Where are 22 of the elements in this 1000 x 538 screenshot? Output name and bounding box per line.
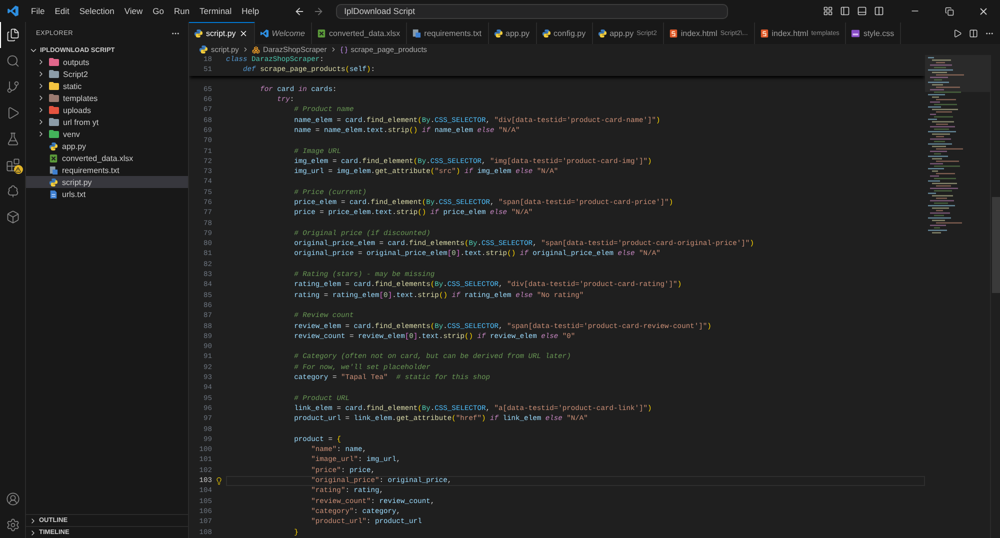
tree-item[interactable]: uploads [26,104,188,116]
tree-item[interactable]: converted_data.xlsx [26,152,188,164]
tree-item[interactable]: Script2 [26,68,188,80]
tree-item[interactable]: requirements.txt [26,164,188,176]
search-field[interactable]: IplDownload Script [336,4,728,18]
menu-item[interactable]: View [119,4,148,18]
menu-item[interactable]: Terminal [194,4,237,18]
tree-item[interactable]: outputs [26,56,188,68]
tree-item[interactable]: app.py [26,140,188,152]
tree-item[interactable]: urls.txt [26,188,188,200]
menu-item[interactable]: File [26,4,50,18]
tree-item[interactable]: templates [26,92,188,104]
menu-item[interactable]: Go [148,4,169,18]
tree-item[interactable]: script.py [26,176,188,188]
menu-item[interactable]: Run [168,4,195,18]
menu-item[interactable]: Selection [74,4,120,18]
tree-item[interactable]: venv [26,128,188,140]
menu-item[interactable]: Edit [50,4,74,18]
tree-item[interactable]: static [26,80,188,92]
tree-item[interactable]: url from yt [26,116,188,128]
editor-tab[interactable]: script.py [189,22,255,44]
menu-item[interactable]: Help [236,4,264,18]
